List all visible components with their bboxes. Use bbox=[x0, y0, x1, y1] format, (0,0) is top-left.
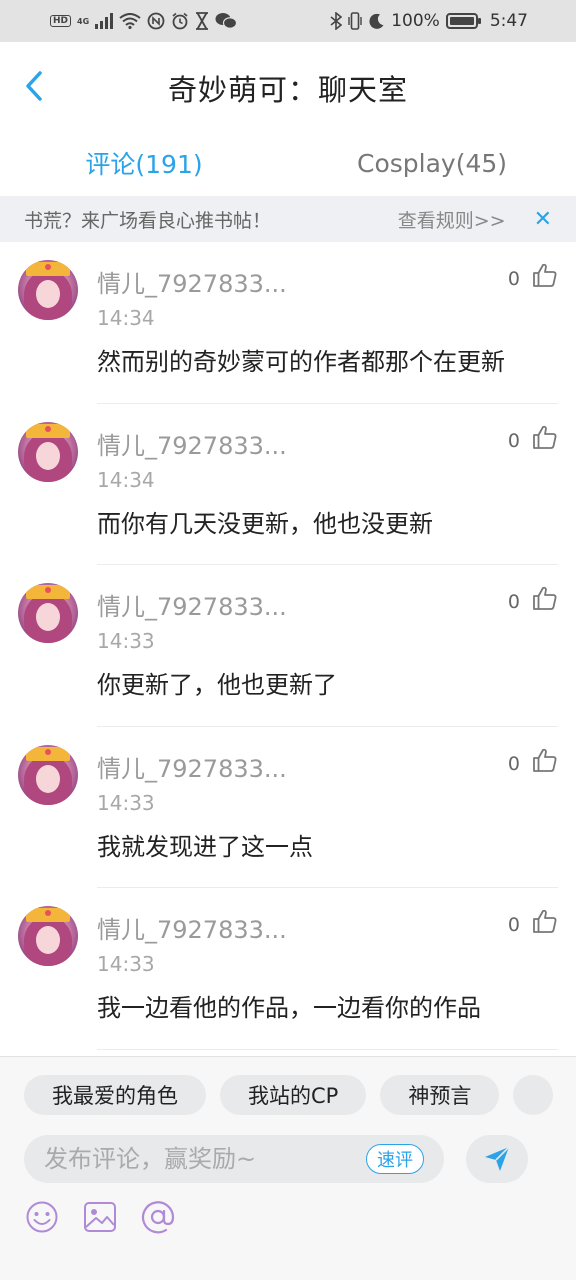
avatar[interactable] bbox=[18, 906, 78, 966]
header: 奇妙萌可：聊天室 bbox=[0, 42, 576, 134]
comment-item: 情儿_7927833... 14:34 而你有几天没更新，他也没更新 0 bbox=[0, 404, 576, 565]
nfc-icon bbox=[147, 12, 165, 30]
avatar[interactable] bbox=[18, 583, 78, 643]
comment-time: 14:33 bbox=[97, 790, 155, 815]
topic-chips: 我最爱的角色 我站的CP 神预言 bbox=[24, 1075, 554, 1115]
comment-time: 14:33 bbox=[97, 952, 155, 976]
topic-chip[interactable]: 我站的CP bbox=[220, 1075, 367, 1115]
like-count: 0 bbox=[507, 429, 520, 452]
tab-comments[interactable]: 评论(191) bbox=[0, 134, 288, 192]
at-icon bbox=[141, 1201, 175, 1234]
battery-icon bbox=[445, 13, 481, 29]
send-icon bbox=[485, 1146, 510, 1171]
notice-bar: 书荒？来广场看良心推书帖！ 查看规则>> ✕ bbox=[0, 196, 576, 242]
thumbs-up-icon[interactable] bbox=[532, 747, 558, 773]
vibrate-icon bbox=[348, 12, 362, 30]
comment-input[interactable] bbox=[44, 1145, 366, 1173]
comment-item: 情儿_7927833... 14:33 我一边看他的作品，一边看你的作品 0 bbox=[0, 888, 576, 1050]
tab-cosplay[interactable]: Cosplay(45) bbox=[288, 134, 576, 192]
wifi-icon bbox=[119, 13, 141, 29]
thumbs-up-icon[interactable] bbox=[532, 585, 558, 611]
comment-composer: 我最爱的角色 我站的CP 神预言 速评 bbox=[0, 1056, 576, 1280]
image-icon bbox=[84, 1202, 116, 1232]
comment-item: 情儿_7927833... 14:34 然而别的奇妙蒙可的作者都那个在更新 0 bbox=[0, 242, 576, 404]
smiley-icon bbox=[26, 1201, 58, 1233]
comment-content: 然而别的奇妙蒙可的作者都那个在更新 bbox=[97, 348, 505, 376]
comment-username[interactable]: 情儿_7927833... bbox=[97, 910, 287, 945]
view-rules-link[interactable]: 查看规则>> bbox=[398, 206, 506, 233]
close-icon[interactable]: ✕ bbox=[534, 207, 552, 232]
thumbs-up-icon[interactable] bbox=[532, 262, 558, 288]
comment-time: 14:33 bbox=[97, 629, 155, 653]
battery-level bbox=[449, 17, 474, 25]
avatar[interactable] bbox=[18, 260, 78, 320]
avatar[interactable] bbox=[18, 421, 78, 482]
tab-bar: 评论(191) Cosplay(45) bbox=[0, 134, 576, 192]
back-button[interactable] bbox=[16, 64, 52, 108]
signal-icon bbox=[95, 13, 114, 29]
composer-tools bbox=[24, 1199, 176, 1235]
alarm-icon bbox=[172, 12, 188, 30]
page-title: 奇妙萌可：聊天室 bbox=[167, 73, 408, 107]
comment-username[interactable]: 情儿_7927833... bbox=[97, 264, 287, 299]
comment-content: 你更新了，他也更新了 bbox=[97, 671, 337, 699]
comment-content: 我就发现进了这一点 bbox=[97, 832, 313, 861]
comment-content: 我一边看他的作品，一边看你的作品 bbox=[97, 994, 481, 1022]
comment-username[interactable]: 情儿_7927833... bbox=[97, 749, 287, 784]
comment-username[interactable]: 情儿_7927833... bbox=[97, 426, 287, 461]
comment-list: 情儿_7927833... 14:34 然而别的奇妙蒙可的作者都那个在更新 0 … bbox=[0, 242, 576, 1050]
comment-item: 情儿_7927833... 14:33 我就发现进了这一点 0 bbox=[0, 727, 576, 888]
comment-content: 而你有几天没更新，他也没更新 bbox=[97, 509, 433, 538]
topic-chip[interactable]: 神预言 bbox=[380, 1075, 500, 1115]
image-button[interactable] bbox=[82, 1199, 118, 1235]
battery-percent: 100% bbox=[391, 11, 440, 31]
hd-icon: HD bbox=[50, 15, 72, 27]
thumbs-up-icon[interactable] bbox=[532, 908, 558, 934]
comment-time: 14:34 bbox=[97, 467, 155, 492]
moon-icon bbox=[369, 13, 384, 29]
like-count: 0 bbox=[507, 591, 520, 613]
bluetooth-icon bbox=[330, 12, 343, 30]
comment-username[interactable]: 情儿_7927833... bbox=[97, 587, 287, 622]
comment-input-box: 速评 bbox=[24, 1135, 444, 1183]
like-count: 0 bbox=[507, 752, 520, 775]
notice-text: 书荒？来广场看良心推书帖！ bbox=[24, 209, 272, 232]
topic-chip-partial[interactable] bbox=[513, 1075, 554, 1115]
emoji-button[interactable] bbox=[24, 1199, 60, 1235]
status-bar: HD 4G 100% 5:47 bbox=[0, 0, 576, 42]
comment-item: 情儿_7927833... 14:33 你更新了，他也更新了 0 bbox=[0, 565, 576, 727]
thumbs-up-icon[interactable] bbox=[532, 424, 558, 450]
avatar[interactable] bbox=[18, 744, 78, 805]
divider bbox=[97, 1048, 558, 1050]
quick-review-button[interactable]: 速评 bbox=[366, 1144, 424, 1174]
send-button[interactable] bbox=[466, 1135, 528, 1183]
clock: 5:47 bbox=[489, 11, 528, 31]
mention-button[interactable] bbox=[140, 1199, 176, 1235]
network-type-label: 4G bbox=[77, 16, 90, 26]
wechat-icon bbox=[215, 13, 238, 29]
like-count: 0 bbox=[507, 268, 520, 290]
topic-chip[interactable]: 我最爱的角色 bbox=[24, 1075, 206, 1115]
like-count: 0 bbox=[507, 914, 520, 936]
comment-time: 14:34 bbox=[97, 306, 155, 330]
hourglass-icon bbox=[196, 12, 209, 30]
chevron-left-icon bbox=[26, 71, 42, 101]
